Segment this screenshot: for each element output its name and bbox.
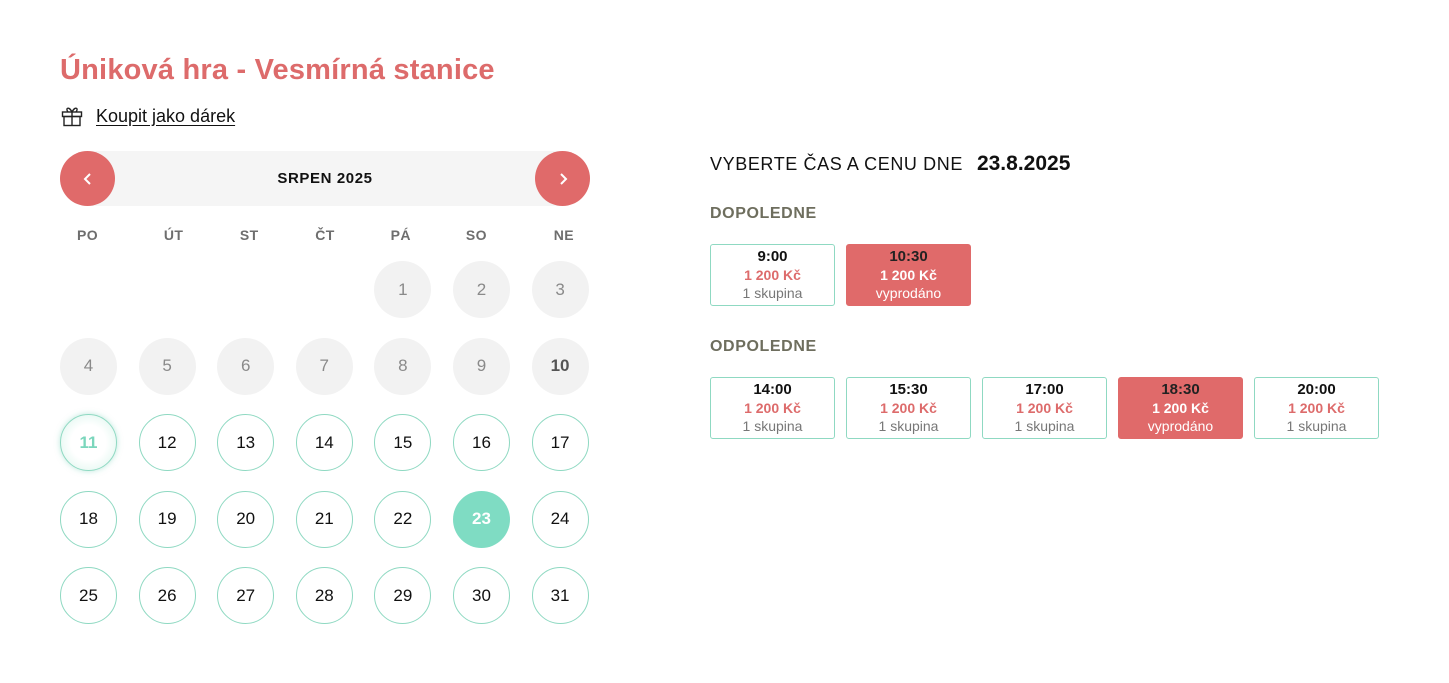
day-cell[interactable]: 19 (138, 490, 196, 548)
afternoon-slots: 14:00 1 200 Kč 1 skupina 15:30 1 200 Kč 1 sku… (710, 377, 1379, 439)
slot-price: 1 200 Kč (880, 267, 937, 283)
weekday-row: PO ÚT ST ČT PÁ SO NE (60, 227, 590, 243)
selected-day[interactable]: 23 (452, 490, 510, 548)
slot-status: 1 skupina (1286, 418, 1347, 434)
day-cell[interactable]: 26 (138, 567, 196, 624)
time-slot[interactable]: 20:00 1 200 Kč 1 skupina (1254, 377, 1379, 439)
slot-price: 1 200 Kč (1016, 400, 1073, 416)
weekday-label: PO (77, 227, 99, 243)
day-cell: 10 (531, 337, 589, 395)
slot-price: 1 200 Kč (744, 267, 801, 283)
day-cell: 5 (138, 337, 196, 395)
day-cell: 1 (374, 261, 432, 318)
day-cell[interactable]: 18 (60, 490, 117, 548)
day-cell[interactable]: 17 (531, 414, 589, 471)
slot-status: 1 skupina (878, 418, 939, 434)
time-slot[interactable]: 15:30 1 200 Kč 1 skupina (846, 377, 971, 439)
slot-price: 1 200 Kč (1288, 400, 1345, 416)
chevron-left-icon (83, 172, 91, 185)
slot-time: 18:30 (1161, 381, 1200, 398)
day-cell[interactable]: 28 (295, 567, 353, 624)
slot-time: 15:30 (889, 381, 928, 398)
chevron-right-icon (559, 172, 567, 185)
day-cell: 4 (60, 337, 117, 395)
selected-date: 23.8.2025 (976, 152, 1071, 175)
time-slot-sold-out: 18:30 1 200 Kč vyprodáno (1118, 377, 1243, 439)
day-cell[interactable]: 20 (217, 490, 275, 548)
slot-time: 9:00 (757, 248, 788, 265)
month-label: SRPEN 2025 (277, 170, 373, 187)
morning-slots: 9:00 1 200 Kč 1 skupina 10:30 1 200 Kč vyprod… (710, 244, 971, 306)
slot-price: 1 200 Kč (1152, 400, 1209, 416)
selection-heading: VYBERTE ČAS A CENU DNE 23.8.2025 (710, 152, 1070, 176)
slot-time: 17:00 (1025, 381, 1064, 398)
day-cell[interactable]: 14 (295, 414, 353, 471)
day-cell[interactable]: 24 (531, 490, 589, 548)
section-morning-title: DOPOLEDNE (710, 205, 817, 222)
time-slot-sold-out: 10:30 1 200 Kč vyprodáno (846, 244, 971, 306)
day-cell: 2 (452, 261, 510, 318)
day-cell[interactable]: 29 (374, 567, 432, 624)
day-cell: 7 (295, 337, 353, 395)
day-cell[interactable]: 27 (217, 567, 275, 624)
gift-icon (60, 104, 84, 128)
calendar-header: SRPEN 2025 (60, 151, 590, 206)
buy-as-gift-link[interactable]: Koupit jako dárek (96, 106, 235, 127)
slot-status: vyprodáno (875, 285, 942, 301)
weekday-label: ÚT (163, 227, 184, 243)
section-afternoon-title: ODPOLEDNE (710, 338, 817, 355)
day-cell[interactable]: 13 (217, 414, 275, 471)
day-cell: 8 (374, 337, 432, 395)
day-cell[interactable]: 25 (60, 567, 117, 624)
page-title: Úniková hra - Vesmírná stanice (60, 54, 495, 86)
day-cell[interactable]: 21 (295, 490, 353, 548)
day-cell[interactable]: 16 (452, 414, 510, 471)
day-cell: 3 (531, 261, 589, 318)
weekday-label: ST (239, 227, 259, 243)
slot-status: 1 skupina (1014, 418, 1075, 434)
time-slot[interactable]: 14:00 1 200 Kč 1 skupina (710, 377, 835, 439)
day-cell[interactable]: 12 (138, 414, 196, 471)
weekday-label: PÁ (390, 227, 411, 243)
prev-month-button[interactable] (60, 151, 115, 206)
slot-price: 1 200 Kč (744, 400, 801, 416)
slot-time: 14:00 (753, 381, 792, 398)
weekday-label: SO (465, 227, 487, 243)
day-cell[interactable]: 11 (60, 414, 117, 471)
selection-label: VYBERTE ČAS A CENU DNE (710, 154, 963, 174)
time-slot[interactable]: 17:00 1 200 Kč 1 skupina (982, 377, 1107, 439)
slot-price: 1 200 Kč (880, 400, 937, 416)
calendar-grid: 1 2 3 4 5 6 7 8 9 10 11 12 13 14 15 16 17 18 19 20 21 22 23 24 2… (60, 261, 591, 624)
day-cell: 9 (452, 337, 510, 395)
next-month-button[interactable] (535, 151, 590, 206)
day-cell[interactable]: 22 (374, 490, 432, 548)
slot-status: vyprodáno (1147, 418, 1214, 434)
time-slot[interactable]: 9:00 1 200 Kč 1 skupina (710, 244, 835, 306)
weekday-label: NE (553, 227, 574, 243)
gift-row: Koupit jako dárek (60, 104, 235, 128)
day-cell[interactable]: 15 (374, 414, 432, 471)
day-cell[interactable]: 31 (531, 567, 589, 624)
slot-status: 1 skupina (742, 418, 803, 434)
slot-time: 20:00 (1297, 381, 1336, 398)
day-cell[interactable]: 30 (452, 567, 510, 624)
weekday-label: ČT (315, 227, 335, 243)
slot-time: 10:30 (889, 248, 928, 265)
slot-status: 1 skupina (742, 285, 803, 301)
day-cell: 6 (217, 337, 275, 395)
